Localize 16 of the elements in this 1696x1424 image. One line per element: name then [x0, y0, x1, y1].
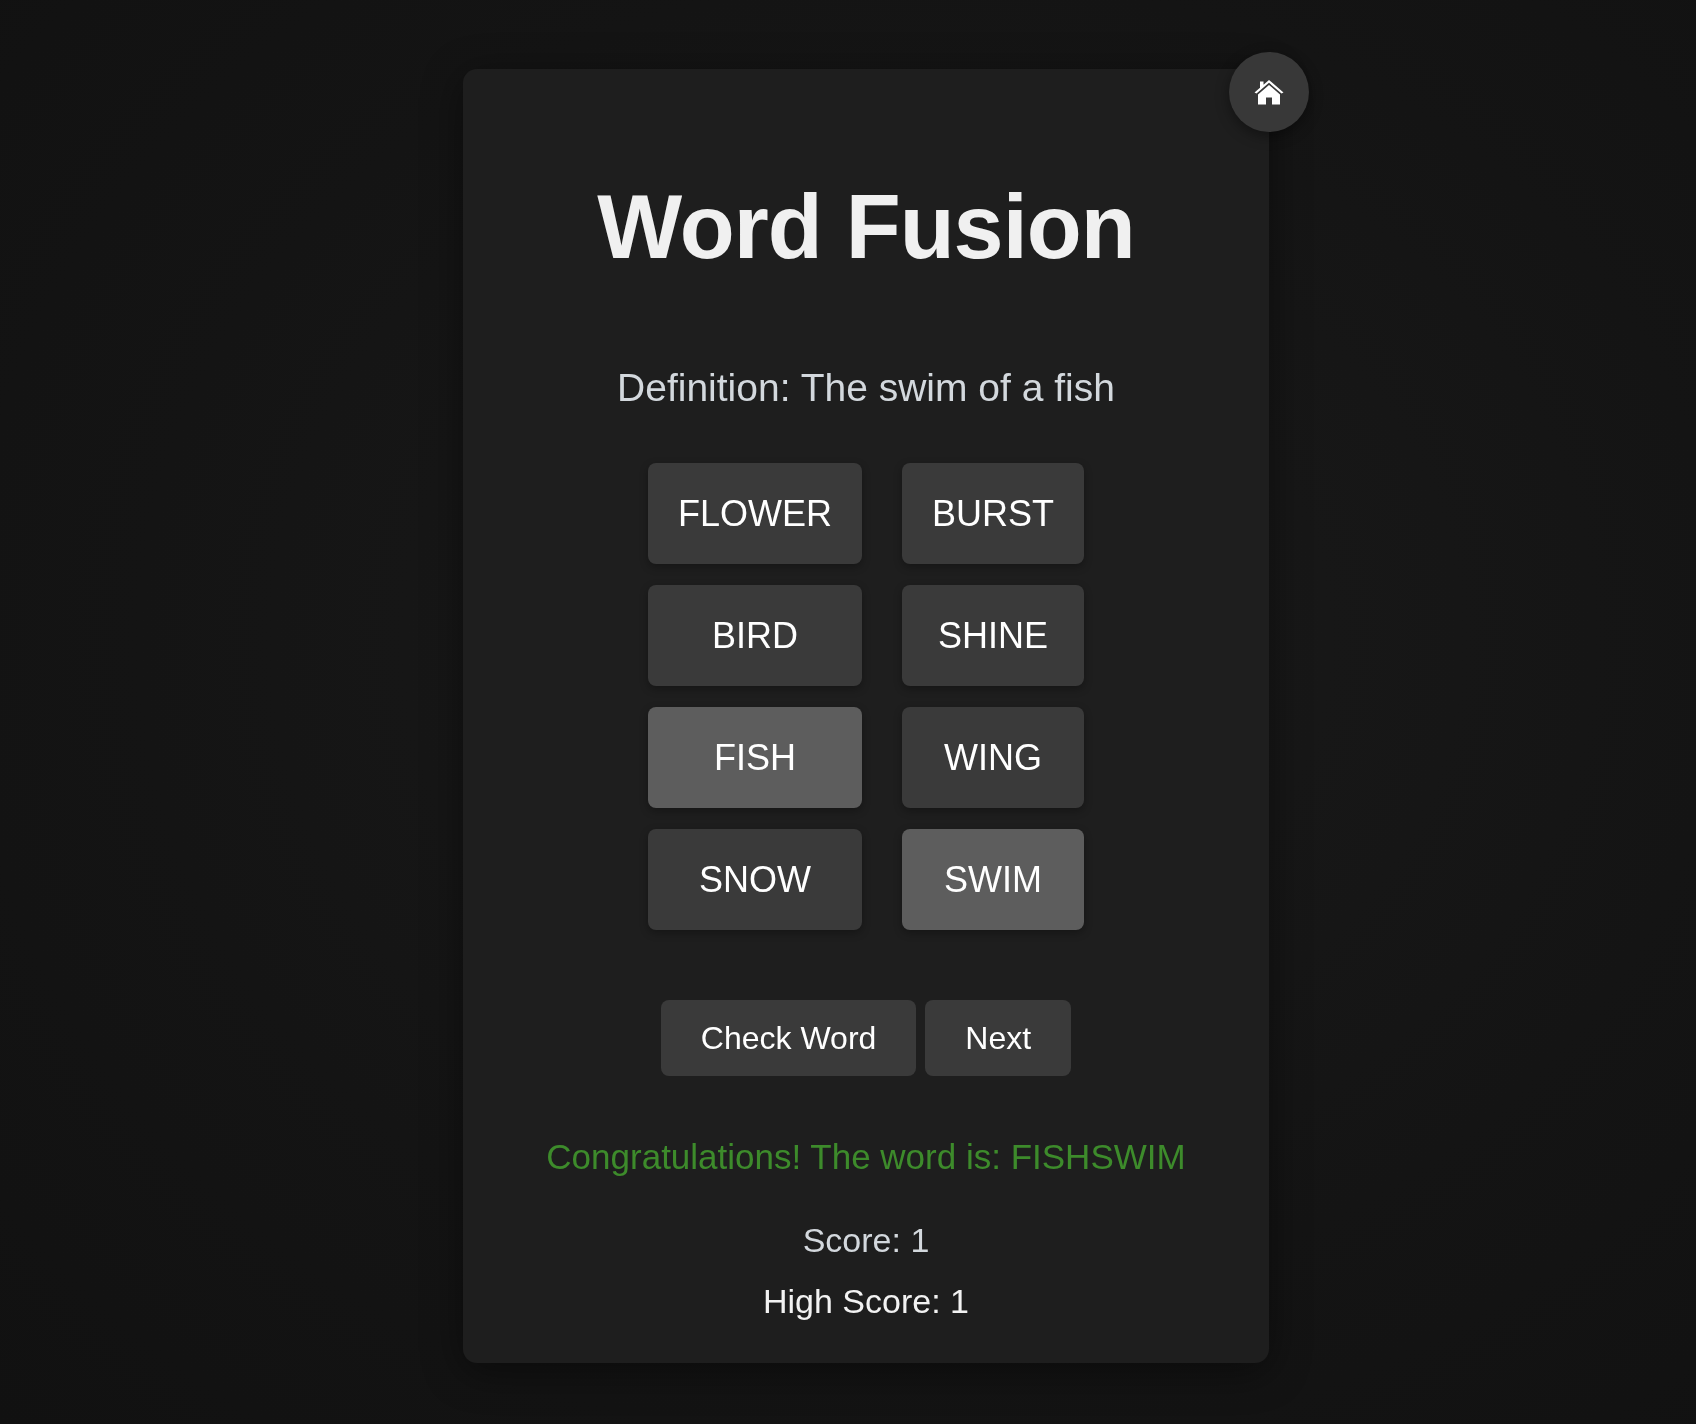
word-tile[interactable]: FISH	[648, 707, 862, 808]
definition-text: Definition: The swim of a fish	[617, 365, 1115, 411]
word-tile[interactable]: SWIM	[902, 829, 1084, 930]
result-message: Congratulations! The word is: FISHSWIM	[546, 1136, 1186, 1178]
word-tile[interactable]: BURST	[902, 463, 1084, 564]
word-tile[interactable]: FLOWER	[648, 463, 862, 564]
word-tile[interactable]: SNOW	[648, 829, 862, 930]
game-title: Word Fusion	[597, 176, 1135, 279]
word-tile[interactable]: SHINE	[902, 585, 1084, 686]
word-tile[interactable]: WING	[902, 707, 1084, 808]
next-button[interactable]: Next	[925, 1000, 1072, 1076]
score-text: Score: 1	[802, 1220, 930, 1261]
home-icon	[1254, 79, 1284, 105]
check-word-button[interactable]: Check Word	[660, 1000, 917, 1076]
word-tile[interactable]: BIRD	[648, 585, 862, 686]
high-score-text: High Score: 1	[763, 1281, 969, 1322]
